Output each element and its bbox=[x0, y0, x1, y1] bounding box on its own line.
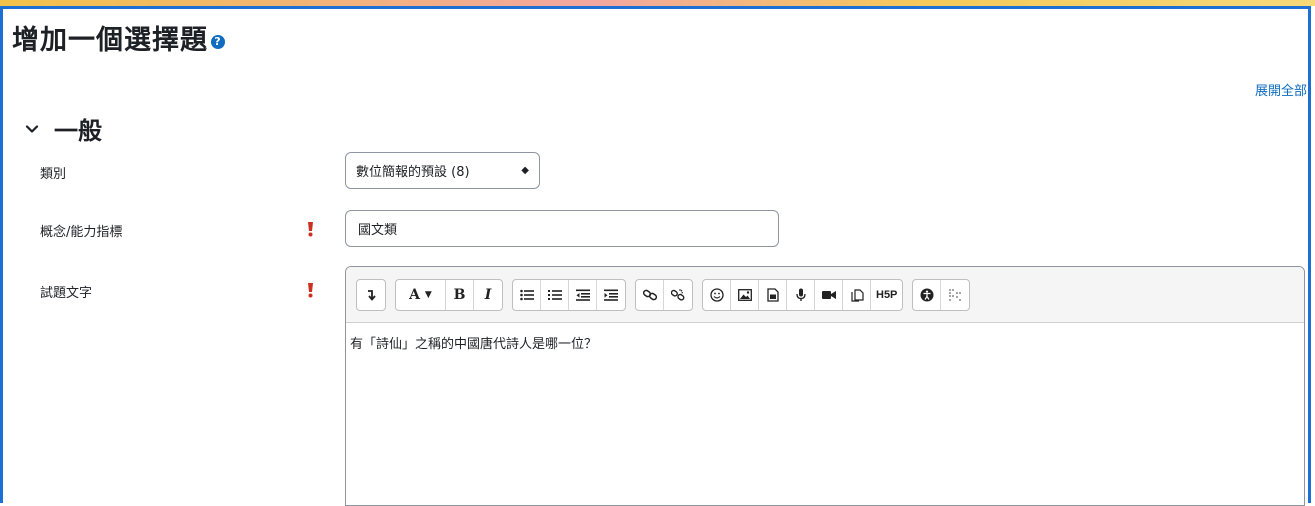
page-title: 增加一個選擇題? bbox=[12, 18, 225, 57]
manage-files-icon[interactable] bbox=[843, 279, 871, 310]
concept-input[interactable]: 國文類 bbox=[345, 210, 779, 247]
required-icon bbox=[308, 222, 313, 237]
editor-toolbar: A ▼ B I H5P bbox=[346, 267, 1304, 323]
category-select-value: 數位簡報的預設 (8) bbox=[356, 165, 470, 180]
font-color-icon[interactable]: A ▼ bbox=[396, 279, 446, 310]
bold-icon[interactable]: B bbox=[446, 279, 474, 310]
concept-input-value: 國文類 bbox=[358, 223, 398, 238]
collapse-icon[interactable] bbox=[357, 280, 385, 310]
unlink-icon[interactable] bbox=[664, 280, 692, 310]
required-icon bbox=[308, 283, 313, 298]
toolbar-group-lists bbox=[512, 278, 626, 311]
h5p-icon[interactable]: H5P bbox=[871, 280, 902, 310]
chevron-down-icon[interactable] bbox=[24, 121, 40, 137]
toolbar-group-style: A ▼ B I bbox=[395, 278, 503, 311]
link-icon[interactable] bbox=[636, 279, 664, 310]
toolbar-group-accessibility bbox=[912, 278, 971, 311]
toolbar-group-collapse bbox=[356, 278, 386, 311]
category-label: 類別 bbox=[40, 167, 67, 182]
section-title: 一般 bbox=[54, 117, 102, 145]
record-video-icon[interactable] bbox=[815, 279, 843, 310]
unordered-list-icon[interactable] bbox=[513, 279, 541, 310]
screenreader-helper-icon[interactable] bbox=[941, 280, 969, 310]
question-text-label: 試題文字 bbox=[40, 286, 93, 301]
question-text-editor[interactable]: A ▼ B I H5P 有「詩仙」之稱的中國唐代詩人是哪一位？ bbox=[345, 266, 1305, 506]
ordered-list-icon[interactable] bbox=[541, 279, 569, 310]
section-header-general[interactable]: 一般 bbox=[24, 111, 102, 146]
question-text-content: 有「詩仙」之稱的中國唐代詩人是哪一位？ bbox=[350, 337, 598, 352]
outdent-icon[interactable] bbox=[569, 279, 597, 310]
toolbar-group-links bbox=[635, 278, 693, 311]
expand-all-link[interactable]: 展開全部 bbox=[1255, 80, 1307, 99]
record-audio-icon[interactable] bbox=[787, 279, 815, 310]
select-arrows-icon: ◆ bbox=[521, 165, 529, 176]
indent-icon[interactable] bbox=[597, 280, 625, 310]
help-icon[interactable]: ? bbox=[211, 34, 225, 49]
toolbar-group-media: H5P bbox=[702, 278, 904, 311]
editor-content-area[interactable]: 有「詩仙」之稱的中國唐代詩人是哪一位？ bbox=[346, 323, 1304, 352]
media-icon[interactable] bbox=[759, 279, 787, 310]
accessibility-checker-icon[interactable] bbox=[913, 279, 942, 310]
category-select[interactable]: 數位簡報的預設 (8) ◆ bbox=[345, 152, 540, 189]
emoji-icon[interactable] bbox=[703, 279, 731, 310]
image-icon[interactable] bbox=[731, 279, 759, 310]
concept-label: 概念/能力指標 bbox=[40, 225, 123, 240]
italic-icon[interactable]: I bbox=[474, 280, 502, 310]
